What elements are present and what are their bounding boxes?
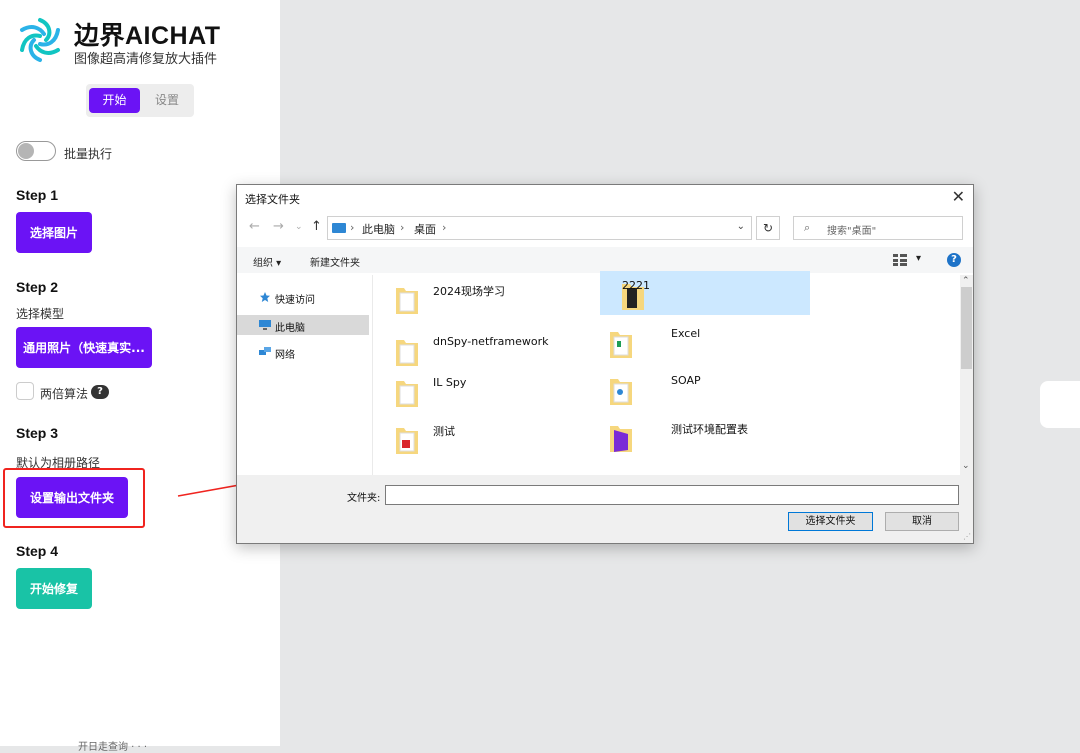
search-placeholder: 搜索"桌面" bbox=[827, 226, 877, 237]
tab-settings[interactable]: 设置 bbox=[143, 88, 191, 113]
computer-icon bbox=[259, 320, 271, 330]
list-item[interactable]: dnSpy-netframework bbox=[374, 327, 584, 371]
search-input[interactable]: ⌕ 搜索"桌面" bbox=[793, 216, 963, 240]
folder-icon bbox=[396, 428, 418, 454]
breadcrumb-desktop[interactable]: 桌面 bbox=[414, 221, 436, 237]
folder-icon bbox=[396, 340, 418, 366]
nav-quick-access[interactable]: 快速访问 bbox=[237, 287, 369, 307]
folder-icon bbox=[610, 332, 632, 358]
select-folder-button[interactable]: 选择文件夹 bbox=[788, 512, 873, 531]
view-options-icon[interactable] bbox=[893, 254, 907, 266]
batch-toggle[interactable] bbox=[16, 141, 56, 161]
file-list: 2024现场学习 2221 dnSpy-netframework Excel I… bbox=[374, 271, 959, 475]
list-item[interactable]: Excel bbox=[588, 319, 798, 363]
dialog-footer: 文件夹: 选择文件夹 取消 ⋰ bbox=[237, 475, 973, 543]
model-select-button[interactable]: 通用照片（快速真实... bbox=[16, 327, 152, 368]
list-item[interactable]: 2221 bbox=[600, 271, 810, 315]
navigation-pane: 快速访问 此电脑 网络 bbox=[237, 275, 372, 475]
file-name: 2221 bbox=[622, 279, 650, 292]
file-name: SOAP bbox=[671, 374, 701, 387]
nav-label: 网络 bbox=[275, 350, 295, 361]
list-item[interactable]: IL Spy bbox=[374, 368, 584, 412]
side-card bbox=[1040, 381, 1080, 428]
list-item[interactable]: 测试 bbox=[374, 415, 584, 459]
file-name: 2024现场学习 bbox=[433, 285, 505, 298]
step-2-desc: 选择模型 bbox=[16, 307, 65, 321]
computer-icon bbox=[332, 223, 346, 233]
folder-icon bbox=[610, 379, 632, 405]
list-item[interactable]: 2024现场学习 bbox=[374, 275, 584, 319]
cancel-button[interactable]: 取消 bbox=[885, 512, 959, 531]
pane-divider bbox=[372, 275, 373, 475]
recent-locations-icon[interactable]: ⌄ bbox=[295, 222, 303, 232]
file-name: 测试环境配置表 bbox=[671, 423, 748, 436]
folder-icon bbox=[396, 381, 418, 407]
double-algo-label: 两倍算法 bbox=[40, 387, 89, 401]
logo-icon bbox=[20, 18, 60, 62]
nav-this-pc[interactable]: 此电脑 bbox=[237, 315, 369, 335]
app-brand: 边界AICHAT bbox=[74, 22, 221, 50]
double-algo-checkbox[interactable] bbox=[16, 382, 34, 400]
view-dropdown-icon[interactable]: ▾ bbox=[916, 253, 921, 264]
nav-label: 此电脑 bbox=[275, 323, 305, 334]
refresh-icon[interactable]: ↻ bbox=[756, 216, 780, 240]
search-icon: ⌕ bbox=[804, 221, 811, 234]
select-image-button[interactable]: 选择图片 bbox=[16, 212, 92, 253]
app-icon bbox=[610, 426, 632, 452]
file-name: dnSpy-netframework bbox=[433, 335, 549, 348]
star-icon bbox=[260, 292, 270, 302]
scroll-thumb[interactable] bbox=[961, 287, 972, 369]
scroll-up-icon[interactable]: ⌃ bbox=[962, 276, 970, 286]
up-icon[interactable]: ↑ bbox=[311, 219, 322, 234]
step-1-title: Step 1 bbox=[16, 187, 59, 203]
breadcrumb-sep-icon: › bbox=[442, 221, 447, 234]
network-icon bbox=[259, 347, 271, 355]
breadcrumb-sep-icon: › bbox=[400, 221, 405, 234]
address-bar[interactable]: › 此电脑 › 桌面 › ⌄ bbox=[327, 216, 752, 240]
breadcrumb-this-pc[interactable]: 此电脑 bbox=[362, 221, 395, 237]
back-icon[interactable]: ← bbox=[249, 219, 260, 234]
folder-label: 文件夹: bbox=[347, 493, 381, 504]
step-4-title: Step 4 bbox=[16, 543, 59, 559]
toggle-knob bbox=[18, 143, 34, 159]
file-name: IL Spy bbox=[433, 376, 467, 389]
nav-network[interactable]: 网络 bbox=[237, 342, 369, 362]
highlight-box bbox=[3, 468, 145, 528]
list-item[interactable]: SOAP bbox=[588, 366, 798, 410]
breadcrumb-sep-icon: › bbox=[350, 221, 355, 234]
help-icon[interactable]: ? bbox=[91, 385, 109, 399]
scroll-down-icon[interactable]: ⌄ bbox=[962, 461, 970, 471]
help-icon[interactable]: ? bbox=[947, 253, 961, 267]
dialog-toolbar: 组织 ▾ 新建文件夹 ▾ ? bbox=[237, 247, 973, 273]
forward-icon[interactable]: → bbox=[273, 219, 284, 234]
dialog-title: 选择文件夹 bbox=[245, 193, 300, 206]
step-3-title: Step 3 bbox=[16, 425, 59, 441]
tab-start[interactable]: 开始 bbox=[89, 88, 140, 113]
list-item[interactable]: 测试环境配置表 bbox=[588, 413, 798, 457]
start-repair-button[interactable]: 开始修复 bbox=[16, 568, 92, 609]
mode-tabs: 开始 设置 bbox=[86, 84, 194, 117]
vertical-scrollbar[interactable]: ⌃ ⌄ bbox=[960, 275, 973, 475]
nav-label: 快速访问 bbox=[275, 295, 315, 306]
batch-label: 批量执行 bbox=[64, 147, 113, 161]
step-2-title: Step 2 bbox=[16, 279, 59, 295]
organize-button[interactable]: 组织 ▾ bbox=[253, 254, 281, 269]
file-name: 测试 bbox=[433, 425, 455, 438]
file-name: Excel bbox=[671, 327, 701, 340]
folder-icon bbox=[396, 288, 418, 314]
close-icon[interactable]: ✕ bbox=[952, 187, 965, 206]
resize-grip-icon[interactable]: ⋰ bbox=[963, 532, 971, 541]
app-subtitle: 图像超高清修复放大插件 bbox=[74, 52, 218, 67]
chevron-down-icon[interactable]: ⌄ bbox=[737, 221, 745, 232]
folder-picker-dialog: 选择文件夹 ✕ ← → ⌄ ↑ › 此电脑 › 桌面 › ⌄ ↻ ⌕ 搜索"桌面… bbox=[236, 184, 974, 544]
new-folder-button[interactable]: 新建文件夹 bbox=[310, 254, 360, 269]
folder-input[interactable] bbox=[385, 485, 959, 505]
